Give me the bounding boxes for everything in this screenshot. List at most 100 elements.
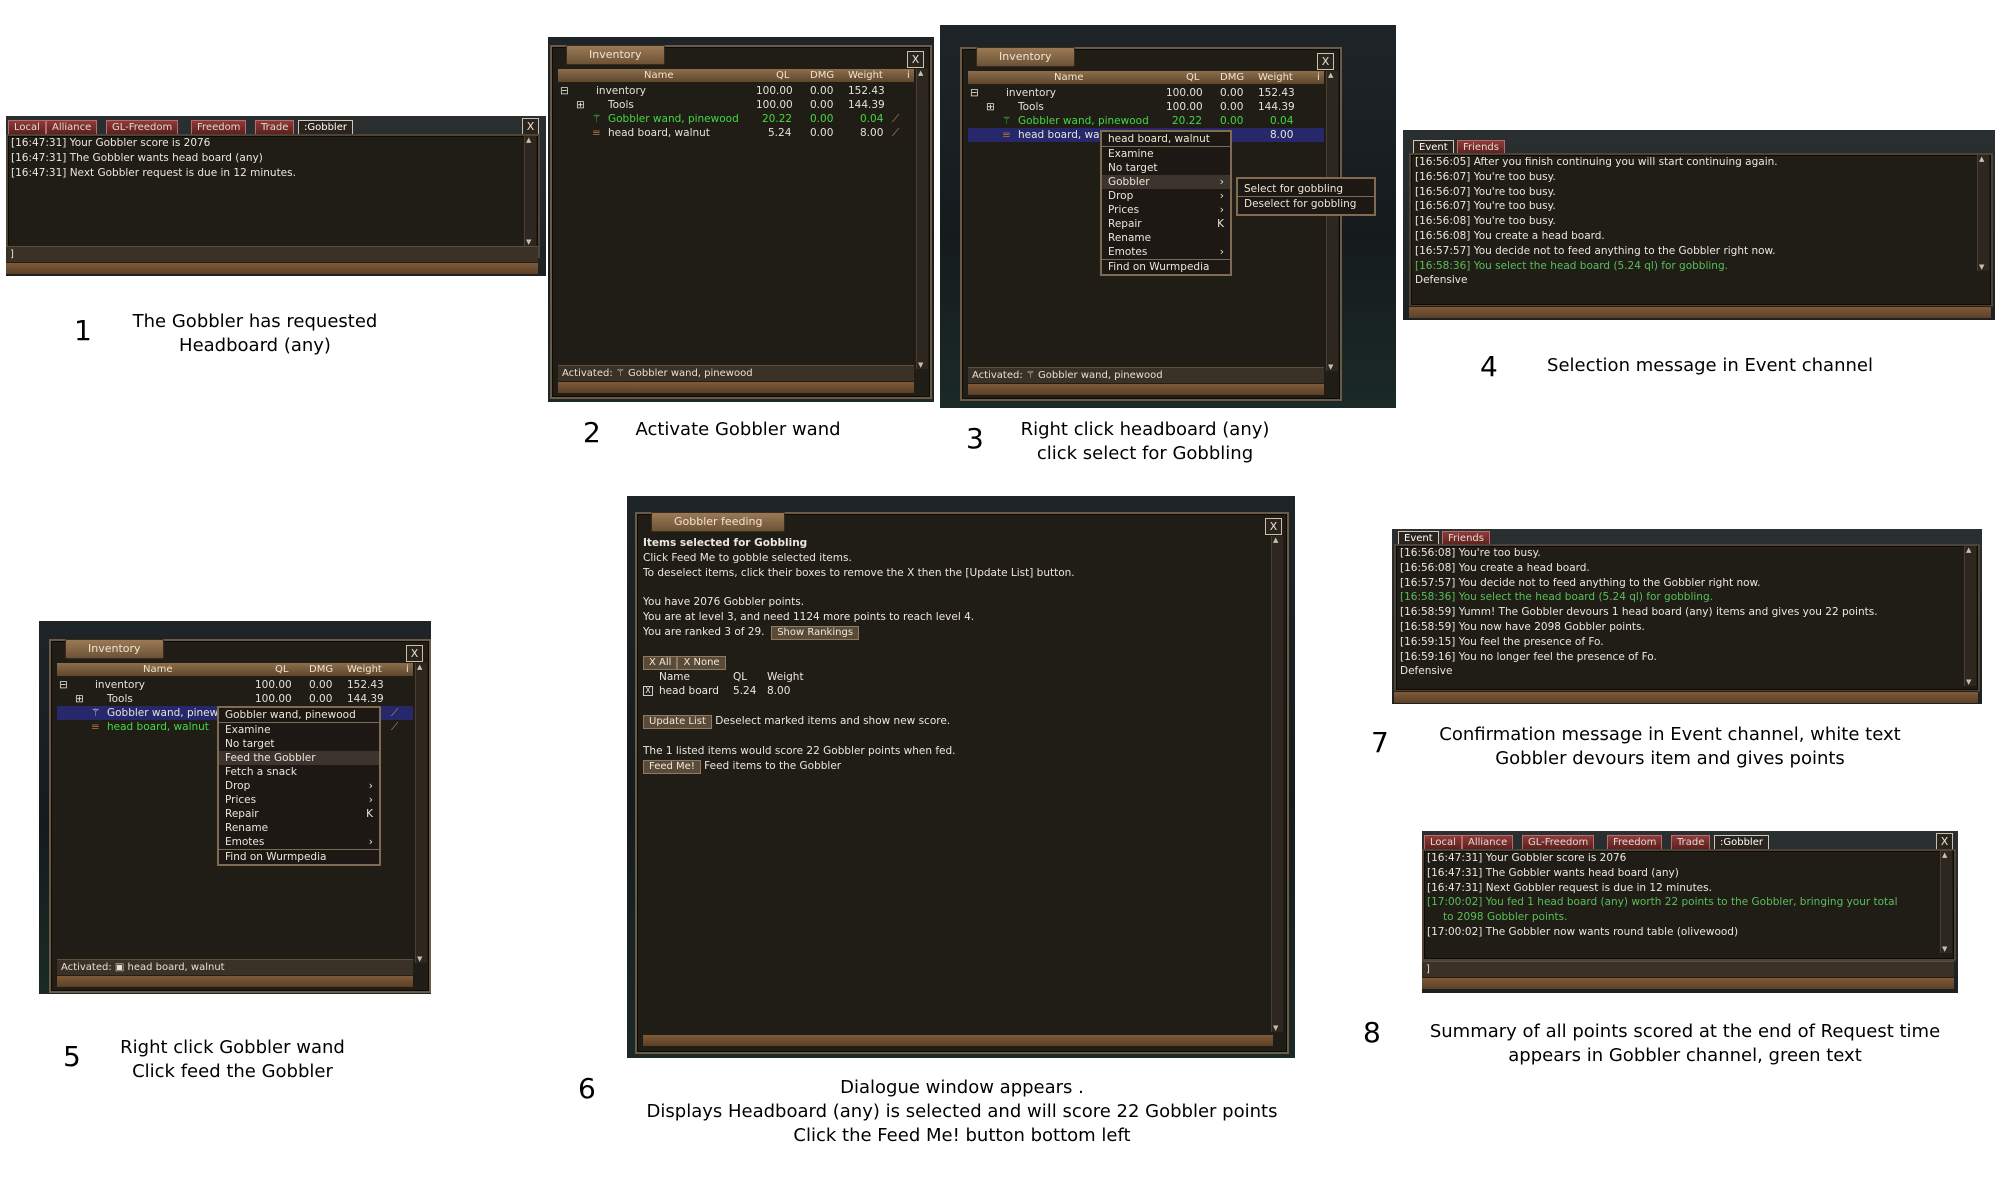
menu-item-rename[interactable]: Rename (219, 821, 379, 835)
inventory-row[interactable]: ⊞ Tools 100.00 0.00 144.39 (968, 100, 1324, 114)
inventory-row-gobbler-wand[interactable]: ⚚ Gobbler wand, pinewood 20.22 0.00 0.04… (558, 112, 914, 126)
collapse-icon[interactable]: ⊟ (970, 86, 979, 100)
menu-item-rename[interactable]: Rename (1102, 231, 1230, 245)
step-number: 1 (74, 314, 92, 347)
inventory-row-head-board[interactable]: ≡ head board, walnut 5.24 0.00 8.00 ⟋ (558, 126, 914, 140)
expand-icon[interactable]: ⊞ (75, 692, 84, 706)
menu-item-prices[interactable]: Prices › (219, 793, 379, 807)
close-icon[interactable]: X (1317, 53, 1334, 70)
items-header: Name QL Weight (643, 670, 1075, 685)
x-none-button[interactable]: X None (677, 655, 726, 670)
menu-item-examine[interactable]: Examine (1102, 147, 1230, 161)
chat-line: [16:57:57] You decide not to feed anythi… (1415, 244, 1776, 257)
inventory-scrollbar[interactable] (1326, 71, 1338, 371)
tab-event[interactable]: Event (1413, 140, 1454, 154)
menu-item-select-for-gobbling[interactable]: Select for gobbling (1238, 182, 1374, 197)
tab-local[interactable]: Local (1424, 835, 1462, 849)
menu-item-examine[interactable]: Examine (219, 723, 379, 737)
tab-gobbler[interactable]: :Gobbler (1714, 835, 1769, 849)
col-name[interactable]: Name (143, 663, 173, 676)
chat-line-selection: [16:58:36] You select the head board (5.… (1415, 259, 1728, 272)
menu-item-deselect-for-gobbling[interactable]: Deselect for gobbling (1238, 197, 1374, 211)
feed-me-button[interactable]: Feed Me! (643, 759, 701, 774)
event-tab-bar: Event Friends (1398, 531, 1558, 545)
inventory-scrollbar[interactable] (415, 663, 427, 963)
tab-event[interactable]: Event (1398, 531, 1439, 545)
menu-item-no-target[interactable]: No target (1102, 161, 1230, 175)
col-dmg[interactable]: DMG (309, 663, 333, 676)
close-icon[interactable]: X (1265, 518, 1282, 535)
expand-icon[interactable]: ⊞ (986, 100, 995, 114)
tab-local[interactable]: Local (8, 120, 46, 134)
menu-item-feed-the-gobbler[interactable]: Feed the Gobbler (219, 751, 379, 765)
item-checkbox[interactable]: X (643, 686, 653, 697)
inventory-scrollbar[interactable] (916, 69, 928, 369)
tab-friends[interactable]: Friends (1457, 140, 1505, 154)
tab-friends[interactable]: Friends (1442, 531, 1490, 545)
tab-gl-freedom[interactable]: GL-Freedom (106, 120, 179, 134)
menu-item-find-on-wurmpedia[interactable]: Find on Wurmpedia (219, 850, 379, 864)
col-weight[interactable]: Weight (848, 69, 883, 82)
menu-item-repair[interactable]: Repair K (219, 807, 379, 821)
inventory-header: Name QL DMG Weight i (558, 69, 914, 82)
inventory-row[interactable]: ⊟ inventory 100.00 0.00 152.43 (57, 678, 413, 692)
rank-text: You are ranked 3 of 29. (643, 625, 765, 638)
menu-item-repair[interactable]: Repair K (1102, 217, 1230, 231)
tab-trade[interactable]: Trade (1671, 835, 1711, 849)
menu-item-no-target[interactable]: No target (219, 737, 379, 751)
menu-item-find-on-wurmpedia[interactable]: Find on Wurmpedia (1102, 260, 1230, 274)
col-weight[interactable]: Weight (347, 663, 382, 676)
menu-item-prices[interactable]: Prices › (1102, 203, 1230, 217)
x-all-button[interactable]: X All (643, 655, 678, 670)
col-ql[interactable]: QL (275, 663, 288, 676)
chat-scrollbar[interactable] (524, 136, 536, 246)
chat-input[interactable]: ] (1422, 961, 1954, 977)
chat-scrollbar[interactable] (1964, 546, 1976, 686)
dialog-scrollbar[interactable] (1271, 536, 1283, 1032)
chat-input[interactable]: ] (6, 246, 538, 262)
inventory-row[interactable]: ⊟ inventory 100.00 0.00 152.43 (968, 86, 1324, 100)
menu-item-emotes[interactable]: Emotes › (219, 835, 379, 850)
tab-freedom[interactable]: Freedom (191, 120, 247, 134)
menu-item-gobbler[interactable]: Gobbler › (1102, 175, 1230, 189)
menu-item-emotes[interactable]: Emotes › (1102, 245, 1230, 260)
tab-gl-freedom[interactable]: GL-Freedom (1522, 835, 1595, 849)
col-name[interactable]: Name (1054, 71, 1084, 84)
menu-item-fetch-a-snack[interactable]: Fetch a snack (219, 765, 379, 779)
inventory-row[interactable]: ⊞ Tools 100.00 0.00 144.39 (558, 98, 914, 112)
inventory-row[interactable]: ⊞ Tools 100.00 0.00 144.39 (57, 692, 413, 706)
menu-item-drop[interactable]: Drop › (219, 779, 379, 793)
col-dmg[interactable]: DMG (810, 69, 834, 82)
col-more[interactable]: i (1317, 71, 1320, 84)
tab-trade[interactable]: Trade (255, 120, 295, 134)
inventory-row-gobbler-wand[interactable]: ⚚ Gobbler wand, pinewood 20.22 0.00 0.04 (968, 114, 1324, 128)
col-more[interactable]: i (907, 69, 910, 82)
col-weight[interactable]: Weight (1258, 71, 1293, 84)
tab-alliance[interactable]: Alliance (1462, 835, 1514, 849)
close-icon[interactable]: X (522, 118, 539, 135)
show-rankings-button[interactable]: Show Rankings (771, 625, 860, 640)
col-ql[interactable]: QL (1186, 71, 1199, 84)
step-number: 4 (1480, 350, 1498, 383)
chat-scrollbar[interactable] (1977, 155, 1989, 271)
close-icon[interactable]: X (406, 645, 423, 662)
col-name[interactable]: Name (644, 69, 674, 82)
col-ql[interactable]: QL (776, 69, 789, 82)
board-icon: ≡ (1002, 129, 1011, 141)
chat-line: [16:56:07] You're too busy. (1415, 200, 1556, 213)
inventory-row[interactable]: ⊟ inventory 100.00 0.00 152.43 (558, 84, 914, 98)
tab-gobbler[interactable]: :Gobbler (298, 120, 353, 134)
menu-item-drop[interactable]: Drop › (1102, 189, 1230, 203)
chat-scrollbar[interactable] (1940, 851, 1952, 953)
col-more[interactable]: i (406, 663, 409, 676)
update-list-button[interactable]: Update List (643, 714, 712, 729)
collapse-icon[interactable]: ⊟ (560, 84, 569, 98)
col-dmg[interactable]: DMG (1220, 71, 1244, 84)
collapse-icon[interactable]: ⊟ (59, 678, 68, 692)
close-icon[interactable]: X (907, 51, 924, 68)
level-text: You are at level 3, and need 1124 more p… (643, 610, 975, 623)
tab-freedom[interactable]: Freedom (1607, 835, 1663, 849)
expand-icon[interactable]: ⊞ (576, 98, 585, 112)
close-icon[interactable]: X (1936, 833, 1953, 850)
tab-alliance[interactable]: Alliance (46, 120, 98, 134)
